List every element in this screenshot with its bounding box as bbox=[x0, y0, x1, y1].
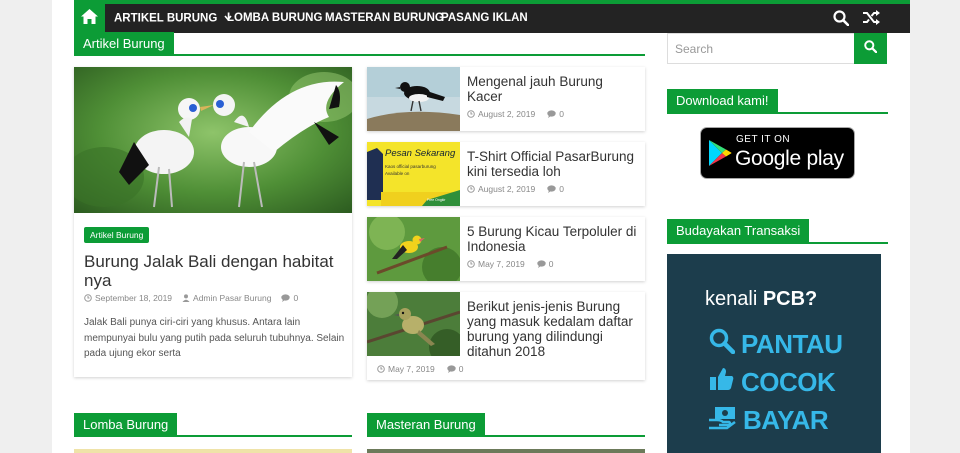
post-title[interactable]: 5 Burung Kicau Terpoluler di Indonesia bbox=[467, 224, 639, 254]
nav-item-artikel-burung[interactable]: ARTIKEL BURUNG bbox=[114, 4, 232, 33]
featured-post-title[interactable]: Burung Jalak Bali dengan habitat nya bbox=[84, 252, 346, 290]
tshirt-ad-text: Free Ongkir bbox=[427, 198, 446, 202]
cash-hand-icon bbox=[709, 404, 737, 437]
post-title[interactable]: T-Shirt Official PasarBurung kini tersed… bbox=[467, 149, 643, 179]
google-play-small-text: GET IT ON bbox=[736, 134, 791, 145]
widget-divider bbox=[667, 112, 888, 114]
home-button[interactable] bbox=[74, 4, 105, 33]
featured-post-card: Artikel Burung Burung Jalak Bali dengan … bbox=[74, 67, 352, 377]
post-meta: August 2, 2019 0 bbox=[467, 184, 564, 194]
post-date[interactable]: May 7, 2019 bbox=[388, 364, 435, 374]
pcb-word: BAYAR bbox=[743, 405, 829, 435]
post-comments[interactable]: 0 bbox=[559, 109, 564, 119]
google-play-icon bbox=[708, 139, 732, 172]
post-title[interactable]: Berikut jenis-jenis Burung yang masuk ke… bbox=[467, 299, 643, 359]
home-icon bbox=[81, 8, 98, 29]
comment-icon bbox=[537, 260, 546, 268]
post-card: Pesan Sekarang Kaos official pasarburung… bbox=[367, 142, 645, 206]
post-thumbnail[interactable] bbox=[74, 449, 352, 453]
comment-icon bbox=[281, 294, 291, 302]
pcb-word: PANTAU bbox=[741, 329, 843, 359]
post-thumbnail[interactable] bbox=[367, 67, 460, 131]
clock-icon bbox=[467, 110, 475, 118]
pcb-row-pantau: PANTAU bbox=[709, 328, 843, 361]
post-thumbnail[interactable]: Pesan Sekarang Kaos official pasarburung… bbox=[367, 142, 460, 206]
section-title-artikel[interactable]: Artikel Burung bbox=[74, 32, 174, 56]
pcb-heading-text: kenali bbox=[705, 288, 758, 310]
post-comments[interactable]: 0 bbox=[549, 259, 554, 269]
widget-title-download: Download kami! bbox=[667, 89, 778, 113]
featured-category-badge[interactable]: Artikel Burung bbox=[84, 227, 150, 243]
post-card: Berikut jenis-jenis Burung yang masuk ke… bbox=[367, 292, 645, 380]
post-comments[interactable]: 0 bbox=[559, 184, 564, 194]
section-title-lomba[interactable]: Lomba Burung bbox=[74, 413, 178, 437]
comment-icon bbox=[447, 365, 456, 373]
pcb-word: COCOK bbox=[741, 367, 836, 397]
section-divider bbox=[367, 435, 645, 437]
clock-icon bbox=[467, 260, 475, 268]
featured-post-meta: September 18, 2019 Admin Pasar Burung 0 bbox=[84, 293, 298, 303]
post-meta: May 7, 2019 0 bbox=[467, 259, 554, 269]
search-icon[interactable] bbox=[833, 10, 850, 31]
pcb-row-bayar: BAYAR bbox=[709, 404, 829, 437]
magnifier-icon bbox=[709, 328, 736, 361]
main-navigation: ARTIKEL BURUNG LOMBA BURUNG MASTERAN BUR… bbox=[74, 4, 910, 33]
pcb-banner[interactable]: kenali PCB? PANTAU COCOK BAYAR bbox=[667, 254, 881, 453]
post-card: Mengenal jauh Burung Kacer bbox=[367, 67, 645, 131]
comment-icon bbox=[547, 110, 556, 118]
tshirt-ad-text: Kaos official pasarburung bbox=[385, 164, 436, 169]
featured-post-date[interactable]: September 18, 2019 bbox=[95, 293, 172, 303]
post-date[interactable]: August 2, 2019 bbox=[478, 109, 535, 119]
clock-icon bbox=[377, 365, 385, 373]
nav-item-masteran-burung[interactable]: MASTERAN BURUNG bbox=[325, 4, 444, 33]
post-card: 5 Burung Kicau Terpoluler di Indonesia bbox=[367, 217, 645, 281]
post-date[interactable]: May 7, 2019 bbox=[478, 259, 525, 269]
featured-post-excerpt: Jalak Bali punya ciri-ciri yang khusus. … bbox=[84, 317, 345, 359]
clock-icon bbox=[84, 294, 92, 302]
featured-post-author[interactable]: Admin Pasar Burung bbox=[193, 293, 271, 303]
section-divider bbox=[74, 54, 645, 56]
google-play-big-text: Google play bbox=[735, 147, 844, 170]
nav-item-lomba-burung[interactable]: LOMBA BURUNG bbox=[227, 4, 322, 33]
post-thumbnail[interactable] bbox=[367, 292, 460, 356]
post-thumbnail[interactable] bbox=[367, 217, 460, 281]
search-button[interactable] bbox=[854, 33, 887, 64]
post-meta: May 7, 2019 0 bbox=[377, 364, 464, 374]
search-icon bbox=[864, 39, 878, 58]
post-date[interactable]: August 2, 2019 bbox=[478, 184, 535, 194]
widget-title-budaya: Budayakan Transaksi bbox=[667, 219, 810, 243]
post-title[interactable]: Mengenal jauh Burung Kacer bbox=[467, 74, 639, 104]
featured-post-comments[interactable]: 0 bbox=[293, 293, 298, 303]
shuffle-icon[interactable] bbox=[863, 10, 880, 30]
widget-divider bbox=[667, 242, 888, 244]
user-icon bbox=[182, 294, 190, 302]
nav-item-pasang-iklan[interactable]: PASANG IKLAN bbox=[441, 4, 528, 33]
section-title-masteran[interactable]: Masteran Burung bbox=[367, 413, 485, 437]
pcb-brand: PCB? bbox=[762, 288, 818, 310]
featured-post-image[interactable] bbox=[74, 67, 352, 213]
tshirt-ad-headline: Pesan Sekarang bbox=[385, 148, 456, 159]
clock-icon bbox=[467, 185, 475, 193]
google-play-badge[interactable]: GET IT ON Google play bbox=[700, 127, 855, 179]
thumbs-up-icon bbox=[709, 366, 735, 399]
post-comments[interactable]: 0 bbox=[459, 364, 464, 374]
comment-icon bbox=[547, 185, 556, 193]
post-thumbnail[interactable] bbox=[367, 449, 645, 453]
post-meta: August 2, 2019 0 bbox=[467, 109, 564, 119]
search-input[interactable] bbox=[667, 33, 855, 64]
tshirt-ad-text: Available on bbox=[385, 171, 410, 176]
nav-item-label: ARTIKEL BURUNG bbox=[114, 12, 218, 25]
pcb-heading: kenali PCB? bbox=[705, 288, 817, 311]
pcb-row-cocok: COCOK bbox=[709, 366, 836, 399]
section-divider bbox=[74, 435, 352, 437]
